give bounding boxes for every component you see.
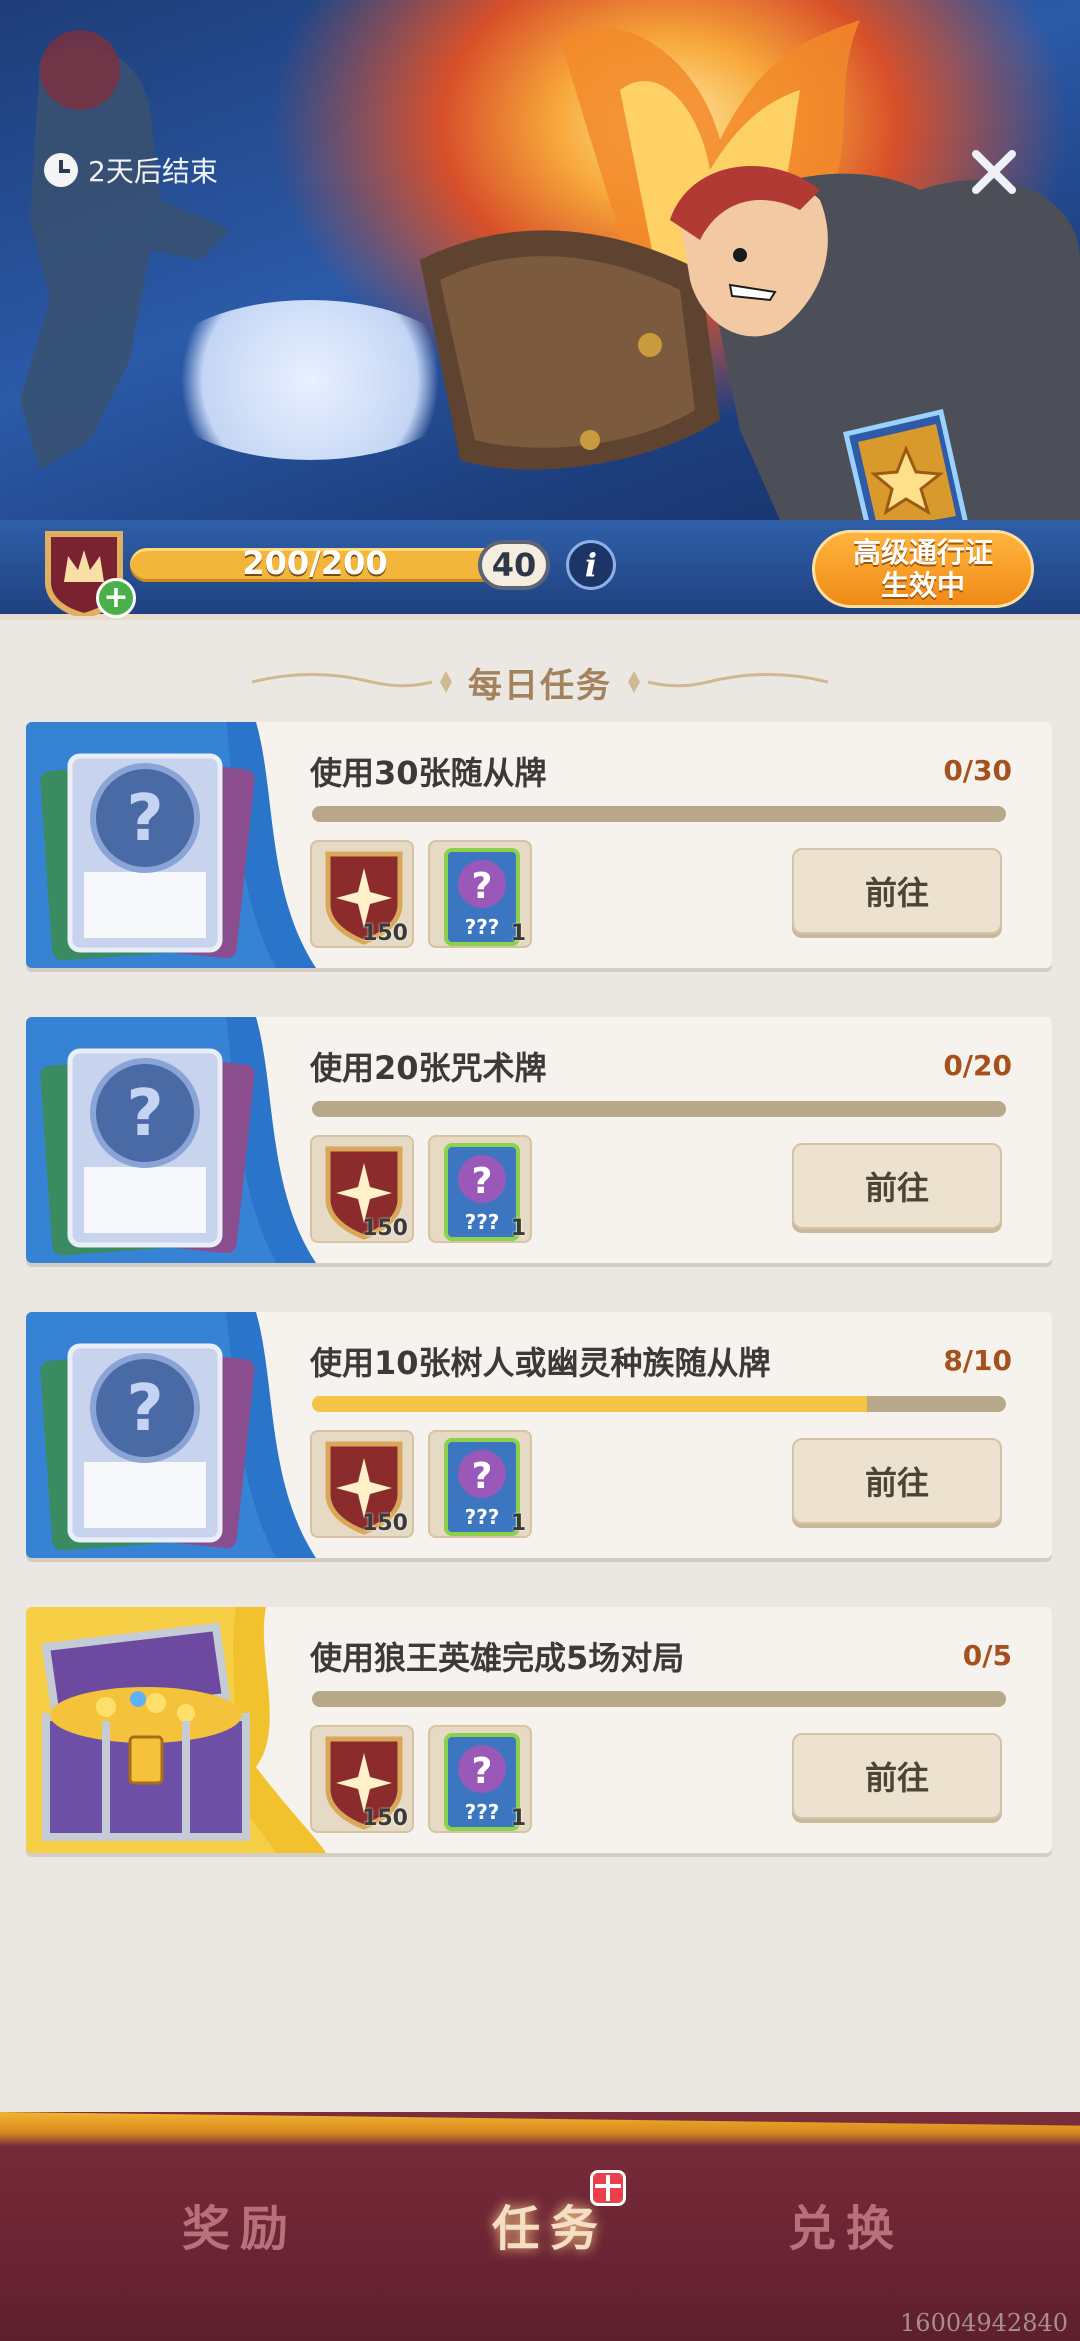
task-count: 0/20 bbox=[943, 1049, 1012, 1082]
timer-text: 2天后结束 bbox=[88, 155, 218, 188]
section-title: 每日任务 bbox=[468, 665, 612, 706]
svg-text:?: ? bbox=[472, 1161, 493, 1202]
treasure-chest-icon bbox=[26, 1607, 326, 1853]
premium-pass-button[interactable]: 高级通行证 生效中 bbox=[812, 530, 1034, 608]
reward-slot[interactable]: 150 bbox=[310, 840, 414, 948]
task-progress-bar bbox=[312, 1101, 1006, 1117]
svg-text:?: ? bbox=[472, 866, 493, 907]
card-back-icon: ? bbox=[26, 1017, 316, 1263]
go-button[interactable]: 前往 bbox=[792, 1143, 1002, 1229]
task-progress-bar bbox=[312, 1396, 1006, 1412]
task-title: 使用狼王英雄完成5场对局 bbox=[310, 1639, 685, 1677]
task-card: 使用狼王英雄完成5场对局 0/5 150 ? ??? 1 前往 bbox=[26, 1607, 1052, 1853]
svg-text:???: ??? bbox=[465, 1210, 500, 1234]
reward-qty: 1 bbox=[510, 921, 526, 946]
level-number: 40 bbox=[478, 540, 550, 590]
svg-text:?: ? bbox=[126, 1077, 163, 1151]
reward-slot[interactable]: 150 bbox=[310, 1430, 414, 1538]
close-button[interactable] bbox=[960, 138, 1028, 206]
task-count: 0/5 bbox=[962, 1639, 1012, 1672]
task-card: ? 使用20张咒术牌 0/20 150 ? ??? 1 前往 bbox=[26, 1017, 1052, 1263]
gift-icon bbox=[590, 2170, 626, 2206]
task-progress-bar bbox=[312, 1691, 1006, 1707]
close-icon bbox=[972, 150, 1016, 194]
clock-icon bbox=[44, 153, 78, 187]
reward-qty: 150 bbox=[362, 1511, 408, 1536]
pass-status-line1: 高级通行证 bbox=[852, 536, 993, 569]
svg-text:???: ??? bbox=[465, 1505, 500, 1529]
tab-exchange[interactable]: 兑换 bbox=[756, 2184, 936, 2264]
pass-status-line2: 生效中 bbox=[880, 569, 965, 602]
card-back-icon: ? bbox=[26, 1312, 316, 1558]
svg-text:???: ??? bbox=[465, 1800, 500, 1824]
reward-qty: 150 bbox=[362, 1806, 408, 1831]
reward-slot[interactable]: 150 bbox=[310, 1135, 414, 1243]
reward-slot[interactable]: ? ??? 1 bbox=[428, 840, 532, 948]
nav-gold-trim bbox=[0, 2112, 1080, 2146]
event-timer: 2天后结束 bbox=[44, 148, 218, 192]
add-level-button[interactable]: + bbox=[96, 578, 136, 618]
reward-qty: 1 bbox=[510, 1216, 526, 1241]
svg-text:?: ? bbox=[472, 1456, 493, 1497]
reward-slot[interactable]: ? ??? 1 bbox=[428, 1725, 532, 1833]
task-progress-fill bbox=[312, 1396, 868, 1412]
task-progress-bar bbox=[312, 806, 1006, 822]
tab-rewards[interactable]: 奖励 bbox=[150, 2184, 330, 2264]
ornament-right-icon bbox=[628, 671, 828, 693]
watermark: 16004942840 bbox=[900, 2309, 1068, 2337]
task-count: 8/10 bbox=[943, 1344, 1012, 1377]
reward-slot[interactable]: ? ??? 1 bbox=[428, 1430, 532, 1538]
go-button[interactable]: 前往 bbox=[792, 1733, 1002, 1819]
svg-text:?: ? bbox=[472, 1751, 493, 1792]
info-button[interactable]: i bbox=[566, 540, 616, 590]
go-button[interactable]: 前往 bbox=[792, 848, 1002, 934]
reward-slot[interactable]: ? ??? 1 bbox=[428, 1135, 532, 1243]
xp-text: 200/200 bbox=[242, 544, 388, 582]
card-back-icon: ? bbox=[26, 722, 316, 968]
task-title: 使用10张树人或幽灵种族随从牌 bbox=[310, 1344, 771, 1382]
reward-qty: 150 bbox=[362, 921, 408, 946]
svg-text:?: ? bbox=[126, 782, 163, 856]
svg-text:?: ? bbox=[126, 1372, 163, 1446]
svg-text:???: ??? bbox=[465, 915, 500, 939]
task-count: 0/30 bbox=[943, 754, 1012, 787]
reward-qty: 150 bbox=[362, 1216, 408, 1241]
reward-qty: 1 bbox=[510, 1806, 526, 1831]
go-button[interactable]: 前往 bbox=[792, 1438, 1002, 1524]
ornament-left-icon bbox=[252, 671, 452, 693]
reward-slot[interactable]: 150 bbox=[310, 1725, 414, 1833]
task-title: 使用20张咒术牌 bbox=[310, 1049, 547, 1087]
task-card: ? 使用30张随从牌 0/30 150 ? ??? 1 前往 bbox=[26, 722, 1052, 968]
reward-qty: 1 bbox=[510, 1511, 526, 1536]
task-title: 使用30张随从牌 bbox=[310, 754, 547, 792]
section-header: 每日任务 bbox=[0, 654, 1080, 710]
task-card: ? 使用10张树人或幽灵种族随从牌 8/10 150 ? ??? 1 前往 bbox=[26, 1312, 1052, 1558]
hero-banner: 2天后结束 + 200/200 40 i 高级通行证 生效中 bbox=[0, 0, 1080, 620]
